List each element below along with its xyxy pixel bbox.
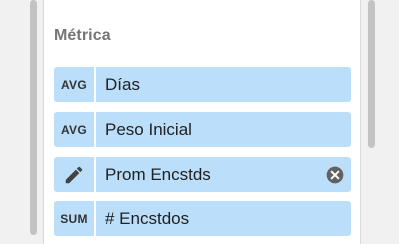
metric-chip-encstdos[interactable]: SUM # Encstdos [54,201,351,236]
metric-label: Peso Inicial [105,120,192,139]
metric-label: # Encstdos [105,209,190,228]
chip-divider [94,67,96,102]
edit-field-button[interactable] [54,157,94,192]
chip-divider [94,112,96,147]
scrollbar-right[interactable] [368,0,375,148]
metric-chip-dias[interactable]: AVG Días [54,67,351,102]
aggregation-badge[interactable]: AVG [54,112,94,147]
pencil-icon [65,166,83,183]
remove-field-close-icon[interactable] [325,165,345,185]
metric-label: Días [105,75,140,94]
metric-chip-peso-inicial[interactable]: AVG Peso Inicial [54,112,351,147]
scrollbar-left[interactable] [30,0,37,235]
section-title: Métrica [54,27,111,44]
chip-divider [94,201,96,236]
chip-divider [94,157,96,192]
aggregation-badge[interactable]: SUM [54,201,94,236]
aggregation-badge[interactable]: AVG [54,67,94,102]
metric-label: Prom Encstds [105,165,211,184]
metric-chip-prom-encstds[interactable]: Prom Encstds [54,157,351,192]
